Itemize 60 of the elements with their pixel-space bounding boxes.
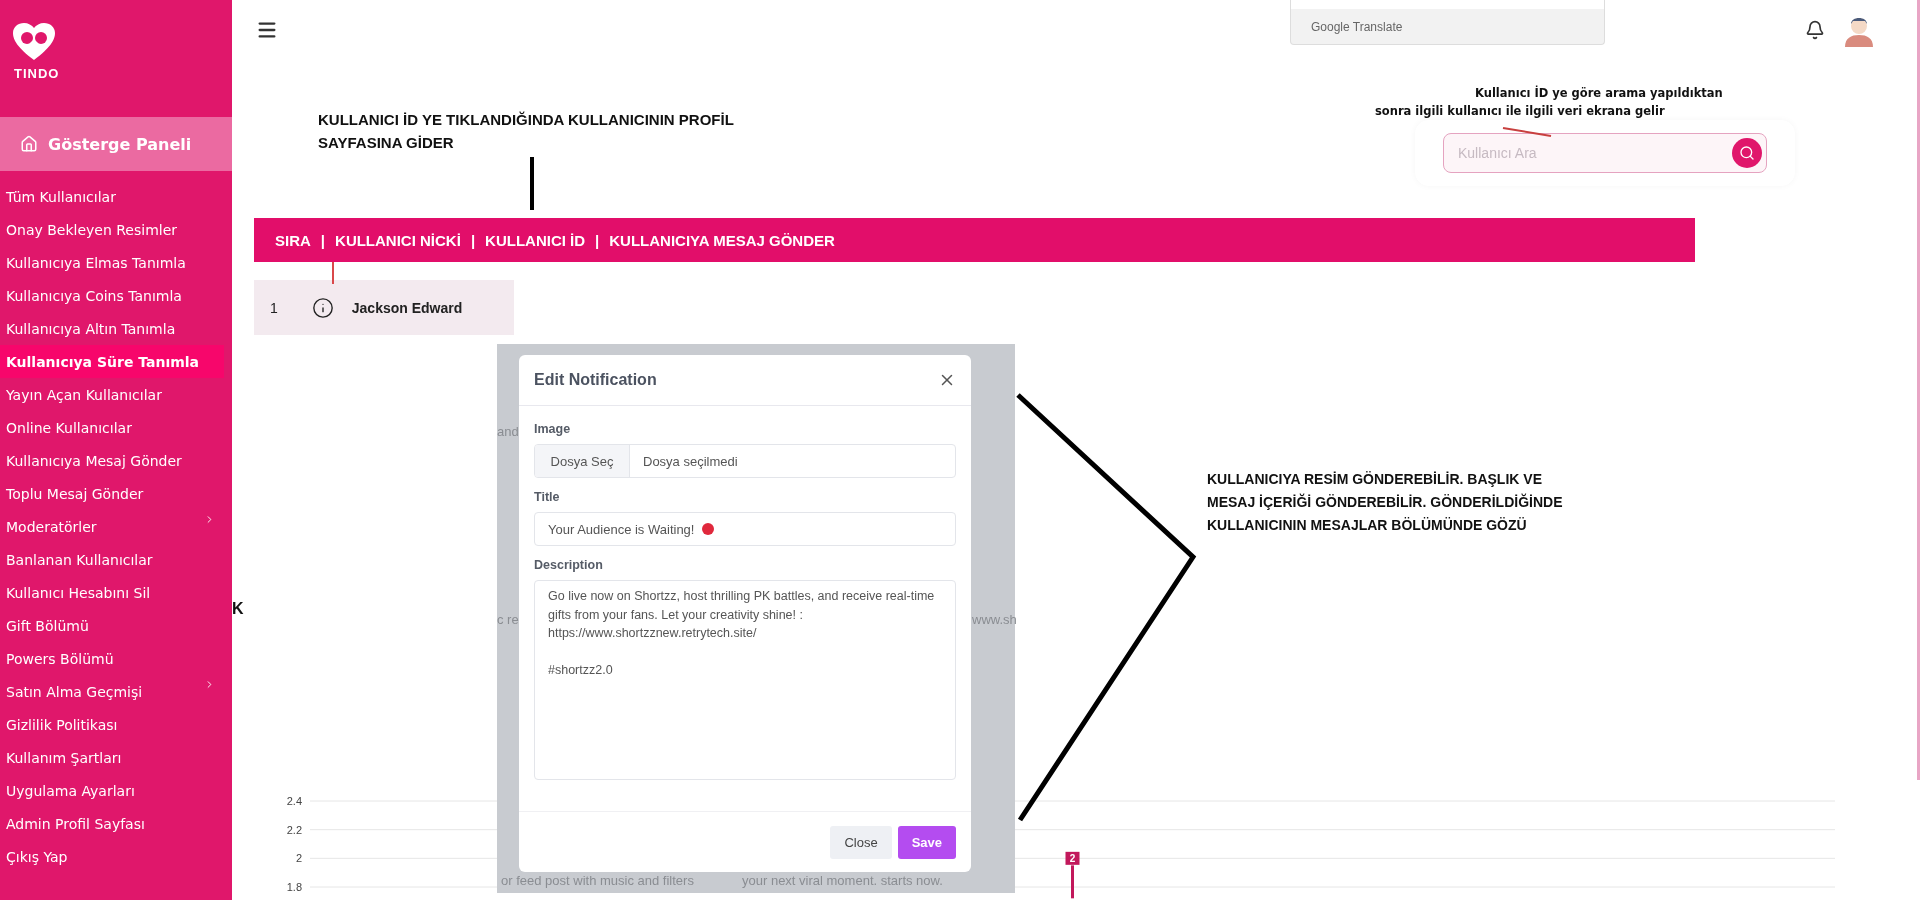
description-field[interactable]: Go live now on Shortzz, host thrilling PK battles, and receive real-time gifts from your fans. Let your creativity shine! : https://www.shortzznew.retrytech.site/ #shortzz2.0	[534, 580, 956, 780]
background-text: c re	[497, 612, 519, 627]
dashboard-link[interactable]: Gösterge Paneli	[0, 117, 232, 171]
sidebar-item[interactable]: Banlanan Kullanıcılar	[0, 543, 232, 576]
sidebar-item[interactable]: Kullanıcıya Elmas Tanımla	[0, 246, 232, 279]
column-header: KULLANICI NİCKİ	[335, 231, 461, 249]
data-point: 2	[1065, 851, 1080, 865]
background-text: your next viral moment. starts now.	[742, 873, 943, 888]
column-separator: |	[470, 231, 476, 249]
sidebar-item[interactable]: Moderatörler	[0, 510, 232, 543]
sidebar-item[interactable]: Toplu Mesaj Gönder	[0, 477, 232, 510]
close-button[interactable]: Close	[830, 825, 892, 859]
background-text: www.sh	[972, 612, 1017, 627]
background-text: and	[497, 424, 519, 439]
dialog-title: Edit Notification	[534, 371, 657, 389]
axis-tick-label: 2	[295, 852, 302, 865]
column-separator: |	[595, 231, 600, 249]
file-field[interactable]: Dosya Seç Dosya seçilmedi	[534, 444, 956, 478]
sidebar-item[interactable]: Kullanım Şartları	[0, 741, 232, 774]
sidebar-item[interactable]: Tüm Kullanıcılar	[0, 180, 232, 213]
sidebar-item[interactable]: Çıkış Yap	[0, 840, 232, 873]
sidebar-item[interactable]: Yayın Açan Kullanıcılar	[0, 378, 232, 411]
axis-tick-label: 2.4	[286, 795, 302, 807]
column-header: KULLANICIYA MESAJ GÖNDER	[609, 231, 835, 249]
sidebar-item[interactable]: Kullanıcıya Coins Tanımla	[0, 279, 232, 312]
data-label: 2	[1069, 853, 1076, 865]
sidebar-item[interactable]: Admin Profil Sayfası	[0, 807, 232, 840]
cut-heading: K	[232, 600, 244, 618]
table-cell: Jackson Edward	[351, 299, 463, 316]
sidebar-item[interactable]: Gizlilik Politikası	[0, 708, 232, 741]
annotation-text: KULLANICIYA RESİM GÖNDEREBİLİR. BAŞLIK VE MESAJ İÇERİĞİ GÖNDEREBİLİR. GÖNDERİLDİĞİNDE KULLANICININ MESAJLAR BÖLÜMÜNDE GÖZÜ	[1207, 470, 1564, 535]
sidebar-item[interactable]: Powers Bölümü	[0, 642, 232, 675]
sidebar-item[interactable]: Kullanıcıya Mesaj Gönder	[0, 444, 232, 477]
annotation-text: Kullanıcı İD ye göre arama yapıldıktan sonra ilgili kullanıcı ile ilgili veri ekrana gelir	[1375, 84, 1724, 120]
translate-label: Google Translate	[1311, 20, 1403, 34]
sidebar-item[interactable]: Kullanıcıya Süre Tanımla	[0, 345, 224, 378]
background-text: or feed post with music and filters	[501, 873, 694, 888]
sidebar-item[interactable]: Onay Bekleyen Resimler	[0, 213, 232, 246]
choose-file-button[interactable]: Dosya Seç	[535, 445, 630, 477]
brand-name: TINDO	[13, 66, 60, 81]
sidebar-item[interactable]: Gift Bölümü	[0, 609, 232, 642]
field-label: Title	[534, 490, 561, 504]
file-status: Dosya seçilmedi	[642, 452, 738, 471]
field-label: Image	[534, 422, 572, 436]
field-label: Description	[534, 558, 604, 572]
column-header: SIRA	[275, 231, 311, 249]
translate-widget[interactable]: Google Translate	[1290, 0, 1605, 45]
sidebar-item[interactable]: Kullanıcı Hesabını Sil	[0, 576, 232, 609]
save-button[interactable]: Save	[897, 825, 956, 859]
sidebar-item[interactable]: Kullanıcıya Altın Tanımla	[0, 312, 232, 345]
title-field[interactable]: Your Audience is Waiting!	[534, 512, 956, 546]
column-header: KULLANICI İD	[485, 231, 586, 249]
table-cell: 1	[270, 299, 278, 316]
axis-tick-label: 1.8	[286, 881, 302, 893]
sidebar-item[interactable]: Online Kullanıcılar	[0, 411, 232, 444]
sidebar-item[interactable]: Satın Alma Geçmişi	[0, 675, 232, 708]
annotation-text: KULLANICI İD YE TIKLANDIĞINDA KULLANICININ PROFİL SAYFASINA GİDER	[318, 110, 735, 153]
sidebar-item[interactable]: Uygulama Ayarları	[0, 774, 232, 807]
column-separator: |	[320, 231, 326, 249]
axis-tick-label: 2.2	[286, 823, 302, 836]
